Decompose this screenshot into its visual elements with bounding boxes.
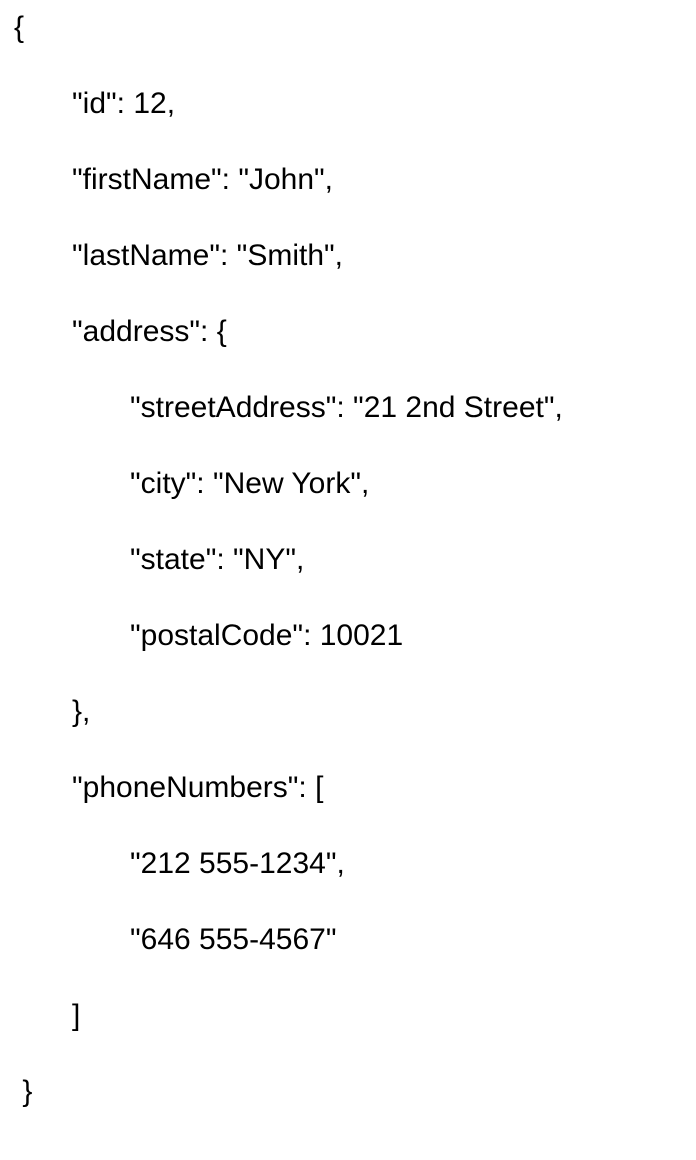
json-phonenumbers-open: "phoneNumbers": [: [14, 770, 682, 806]
json-streetaddress-line: "streetAddress": "21 2nd Street",: [14, 390, 682, 426]
json-firstname-line: "firstName": "John",: [14, 162, 682, 198]
json-id-line: "id": 12,: [14, 86, 682, 122]
json-open-brace: {: [14, 10, 682, 46]
json-lastname-line: "lastName": "Smith",: [14, 238, 682, 274]
json-city-line: "city": "New York",: [14, 466, 682, 502]
json-address-close: },: [14, 694, 682, 730]
json-phone1-line: "212 555-1234",: [14, 846, 682, 882]
json-phone2-line: "646 555-4567": [14, 922, 682, 958]
json-phonenumbers-close: ]: [14, 998, 682, 1034]
json-close-brace: }: [14, 1074, 682, 1110]
json-state-line: "state": "NY",: [14, 542, 682, 578]
json-postalcode-line: "postalCode": 10021: [14, 618, 682, 654]
json-address-open: "address": {: [14, 314, 682, 350]
